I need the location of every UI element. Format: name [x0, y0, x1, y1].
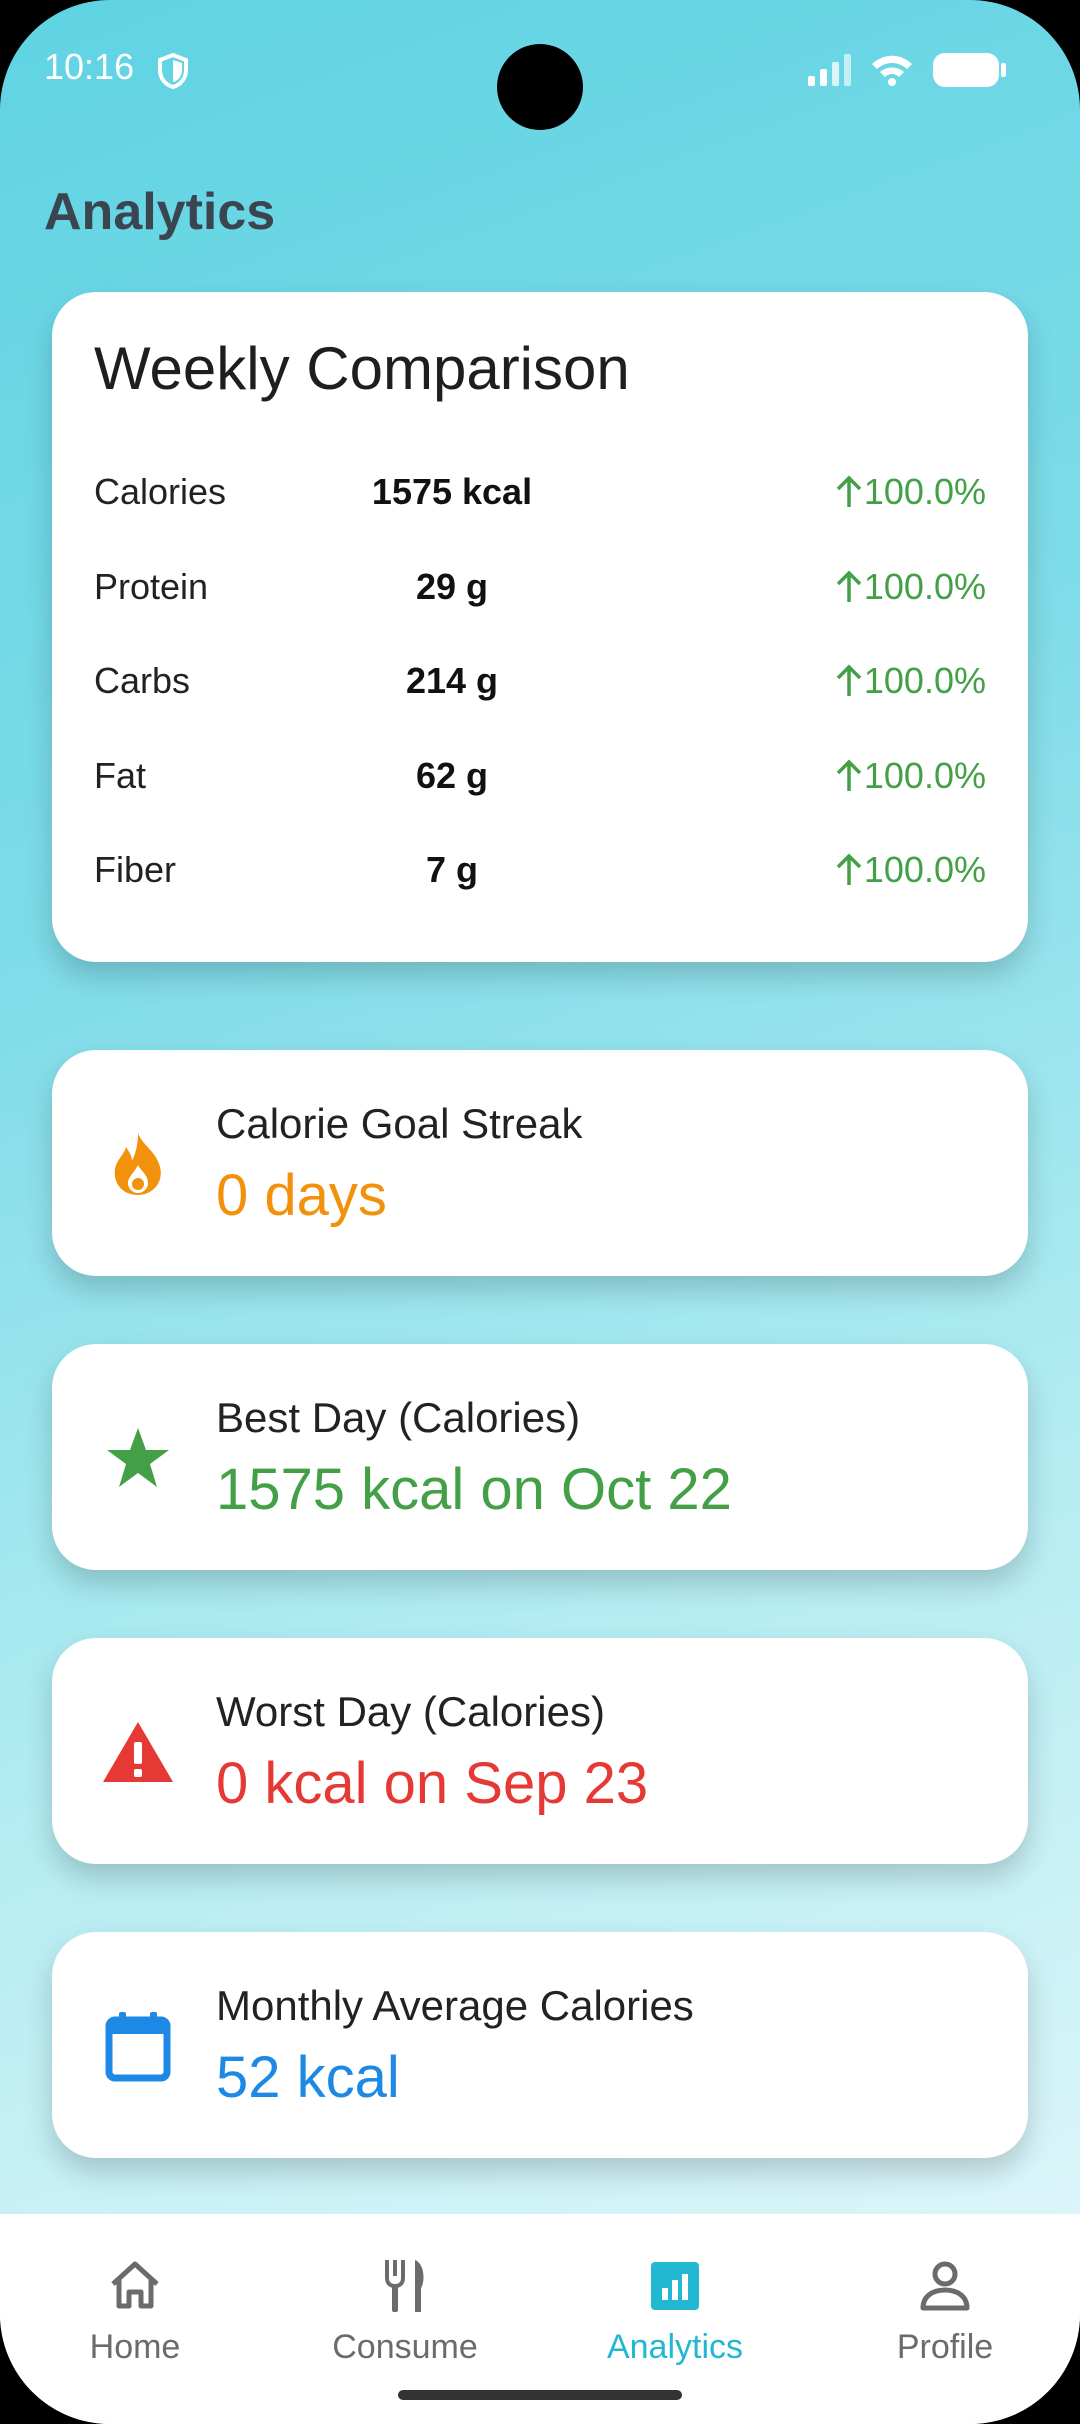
- calorie-streak-card: Calorie Goal Streak 0 days: [52, 1050, 1028, 1276]
- worst-day-label: Worst Day (Calories): [216, 1688, 605, 1735]
- comparison-change: 100.0%: [834, 755, 986, 797]
- arrow-up-icon: [836, 759, 862, 791]
- arrow-up-icon: [836, 664, 862, 696]
- analytics-icon: [645, 2256, 705, 2316]
- comparison-change-value: 100.0%: [863, 471, 986, 512]
- phone-screen: 10:16 Analytics Weekly Comparison Calori…: [0, 0, 1080, 2424]
- comparison-row-carbs: Carbs 214 g 100.0%: [52, 638, 1028, 728]
- worst-day-value: 0 kcal on Sep 23: [216, 1751, 649, 1816]
- camera-cutout: [497, 44, 583, 130]
- fire-icon: [102, 1128, 174, 1200]
- home-indicator[interactable]: [398, 2390, 682, 2400]
- monthly-average-card: Monthly Average Calories 52 kcal: [52, 1932, 1028, 2158]
- nav-consume[interactable]: Consume: [270, 2234, 540, 2374]
- monthly-average-value: 52 kcal: [216, 2045, 400, 2110]
- nav-profile[interactable]: Profile: [810, 2234, 1080, 2374]
- best-day-label: Best Day (Calories): [216, 1394, 581, 1441]
- status-icons: [808, 52, 1006, 93]
- page-title: Analytics: [44, 183, 276, 241]
- arrow-up-icon: [836, 475, 862, 507]
- arrow-up-icon: [836, 853, 862, 885]
- wifi-icon: [870, 53, 914, 92]
- shield-icon: [156, 52, 190, 95]
- comparison-change-value: 100.0%: [863, 566, 986, 607]
- utensils-icon: [375, 2256, 435, 2316]
- nav-label: Consume: [332, 2328, 478, 2366]
- home-icon: [105, 2256, 165, 2316]
- comparison-change-value: 100.0%: [863, 660, 986, 701]
- comparison-change-value: 100.0%: [863, 849, 986, 890]
- weekly-comparison-card: Weekly Comparison Calories 1575 kcal 100…: [52, 292, 1028, 962]
- comparison-row-calories: Calories 1575 kcal 100.0%: [52, 449, 1028, 539]
- comparison-row-protein: Protein 29 g 100.0%: [52, 544, 1028, 634]
- nav-home[interactable]: Home: [0, 2234, 270, 2374]
- best-day-card: Best Day (Calories) 1575 kcal on Oct 22: [52, 1344, 1028, 1570]
- comparison-change: 100.0%: [834, 471, 986, 513]
- nav-analytics[interactable]: Analytics: [540, 2234, 810, 2374]
- calendar-icon: [102, 2010, 174, 2082]
- streak-label: Calorie Goal Streak: [216, 1100, 583, 1147]
- comparison-change: 100.0%: [834, 566, 986, 608]
- best-day-value: 1575 kcal on Oct 22: [216, 1457, 732, 1522]
- comparison-change-value: 100.0%: [863, 755, 986, 796]
- warning-icon: [102, 1716, 174, 1788]
- profile-icon: [915, 2256, 975, 2316]
- comparison-row-fiber: Fiber 7 g 100.0%: [52, 827, 1028, 917]
- weekly-comparison-title: Weekly Comparison: [94, 335, 630, 402]
- comparison-row-fat: Fat 62 g 100.0%: [52, 733, 1028, 823]
- signal-icon: [808, 54, 852, 91]
- star-icon: [102, 1422, 174, 1494]
- battery-icon: [932, 52, 1006, 93]
- streak-value: 0 days: [216, 1163, 387, 1228]
- status-bar: 10:16: [0, 0, 1080, 140]
- arrow-up-icon: [836, 570, 862, 602]
- nav-label: Home: [89, 2328, 181, 2366]
- monthly-average-label: Monthly Average Calories: [216, 1982, 694, 2029]
- worst-day-card: Worst Day (Calories) 0 kcal on Sep 23: [52, 1638, 1028, 1864]
- nav-label: Analytics: [606, 2328, 744, 2366]
- nav-label: Profile: [896, 2328, 994, 2366]
- comparison-change: 100.0%: [834, 660, 986, 702]
- comparison-change: 100.0%: [834, 849, 986, 891]
- status-time: 10:16: [44, 46, 135, 87]
